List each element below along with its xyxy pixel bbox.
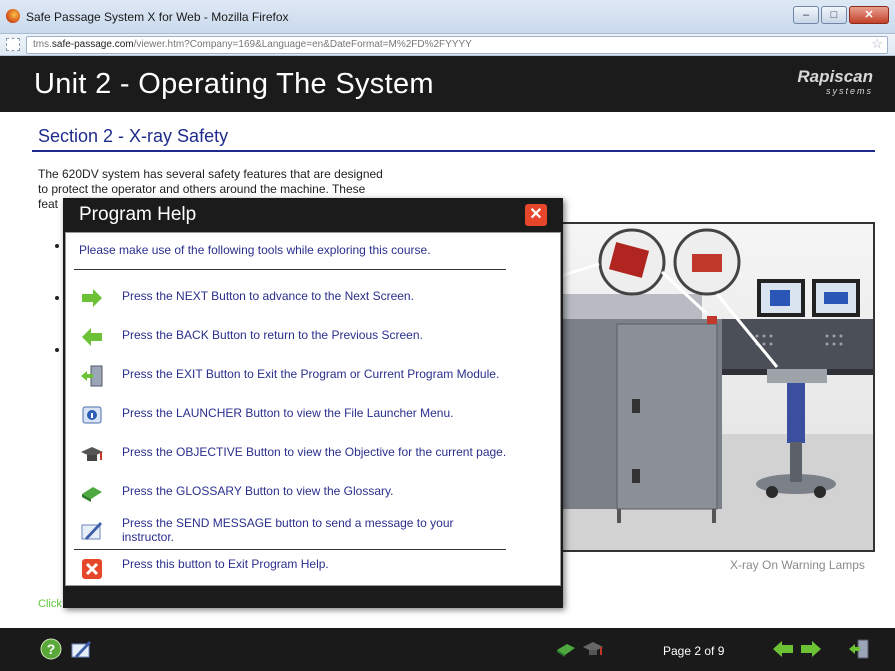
- back-arrow-icon: [80, 325, 104, 349]
- page-indicator: Page 2 of 9: [663, 644, 725, 658]
- help-icon[interactable]: ?: [40, 638, 62, 660]
- launcher-icon: [80, 403, 104, 427]
- page-icon: [6, 38, 20, 51]
- help-row-close: Press this button to Exit Program Help.: [66, 555, 562, 585]
- dialog-intro: Please make use of the following tools w…: [79, 243, 431, 257]
- close-help-icon: [80, 557, 104, 581]
- bullet-2: [55, 296, 59, 300]
- body-line-2: to protect the operator and others aroun…: [38, 182, 366, 196]
- help-row-exit: Press the EXIT Button to Exit the Progra…: [66, 362, 562, 392]
- help-text-glossary: Press the GLOSSARY Button to view the Gl…: [122, 484, 394, 498]
- help-row-objective: Press the OBJECTIVE Button to view the O…: [66, 440, 562, 470]
- logo-sub: systems: [825, 86, 873, 96]
- help-text-objective: Press the OBJECTIVE Button to view the O…: [122, 445, 507, 459]
- section-divider: [32, 150, 875, 152]
- send-message-icon: [80, 518, 104, 542]
- image-caption: X-ray On Warning Lamps: [730, 558, 865, 572]
- exit-door-icon: [80, 364, 104, 388]
- help-text-send-message: Press the SEND MESSAGE button to send a …: [122, 516, 454, 544]
- svg-text:?: ?: [47, 641, 56, 657]
- bookmark-star-icon[interactable]: ☆: [871, 36, 883, 52]
- address-bar: tms.safe-passage.com/viewer.htm?Company=…: [0, 34, 895, 56]
- glossary-book-icon: [80, 481, 104, 505]
- url-domain: safe-passage.com: [51, 39, 134, 50]
- help-row-back: Press the BACK Button to return to the P…: [66, 323, 562, 353]
- navigation-bar: ? Page 2 of 9: [0, 628, 895, 671]
- bullet-3: [55, 348, 59, 352]
- help-row-launcher: Press the LAUNCHER Button to view the Fi…: [66, 401, 562, 431]
- window-controls: – □ ✕: [793, 6, 889, 24]
- window-close-button[interactable]: ✕: [849, 6, 889, 24]
- help-text-close: Press this button to Exit Program Help.: [122, 557, 329, 571]
- maximize-button[interactable]: □: [821, 6, 847, 24]
- minimize-button[interactable]: –: [793, 6, 819, 24]
- url-field[interactable]: tms.safe-passage.com/viewer.htm?Company=…: [26, 36, 888, 54]
- unit-title: Unit 2 - Operating The System: [34, 68, 434, 100]
- firefox-icon: [6, 9, 20, 23]
- bullet-1: [55, 244, 59, 248]
- rapiscan-logo: Rapiscan systems: [797, 68, 873, 98]
- program-help-dialog: Program Help ✕ Please make use of the fo…: [63, 198, 563, 608]
- unit-header: Unit 2 - Operating The System Rapiscan s…: [0, 56, 895, 112]
- graduation-cap-icon: [80, 442, 104, 466]
- url-path: /viewer.htm?Company=169&Language=en&Date…: [133, 39, 472, 50]
- help-text-launcher: Press the LAUNCHER Button to view the Fi…: [122, 406, 454, 420]
- body-line-1: The 620DV system has several safety feat…: [38, 167, 383, 181]
- graduation-cap-icon[interactable]: [582, 638, 604, 660]
- dialog-title: Program Help: [79, 204, 197, 225]
- glossary-book-icon[interactable]: [555, 638, 577, 660]
- url-prefix: tms.: [33, 39, 52, 50]
- help-text-exit: Press the EXIT Button to Exit the Progra…: [122, 367, 500, 381]
- next-arrow-icon: [80, 286, 104, 310]
- help-text-next: Press the NEXT Button to advance to the …: [122, 289, 414, 303]
- browser-titlebar: Safe Passage System X for Web - Mozilla …: [0, 0, 895, 34]
- exit-button[interactable]: [848, 638, 870, 660]
- send-message-icon[interactable]: [70, 638, 92, 660]
- help-text-back: Press the BACK Button to return to the P…: [122, 328, 423, 342]
- help-row-next: Press the NEXT Button to advance to the …: [66, 284, 562, 314]
- section-title: Section 2 - X-ray Safety: [38, 126, 229, 146]
- dialog-close-button[interactable]: ✕: [525, 204, 547, 226]
- next-button[interactable]: [800, 638, 822, 660]
- dialog-body: Please make use of the following tools w…: [65, 232, 561, 586]
- intro-divider: [74, 269, 506, 270]
- send-divider: [74, 549, 506, 550]
- back-button[interactable]: [772, 638, 794, 660]
- help-row-glossary: Press the GLOSSARY Button to view the Gl…: [66, 479, 562, 509]
- help-row-send-message: Press the SEND MESSAGE button to send a …: [66, 516, 562, 552]
- window-title: Safe Passage System X for Web - Mozilla …: [26, 10, 289, 24]
